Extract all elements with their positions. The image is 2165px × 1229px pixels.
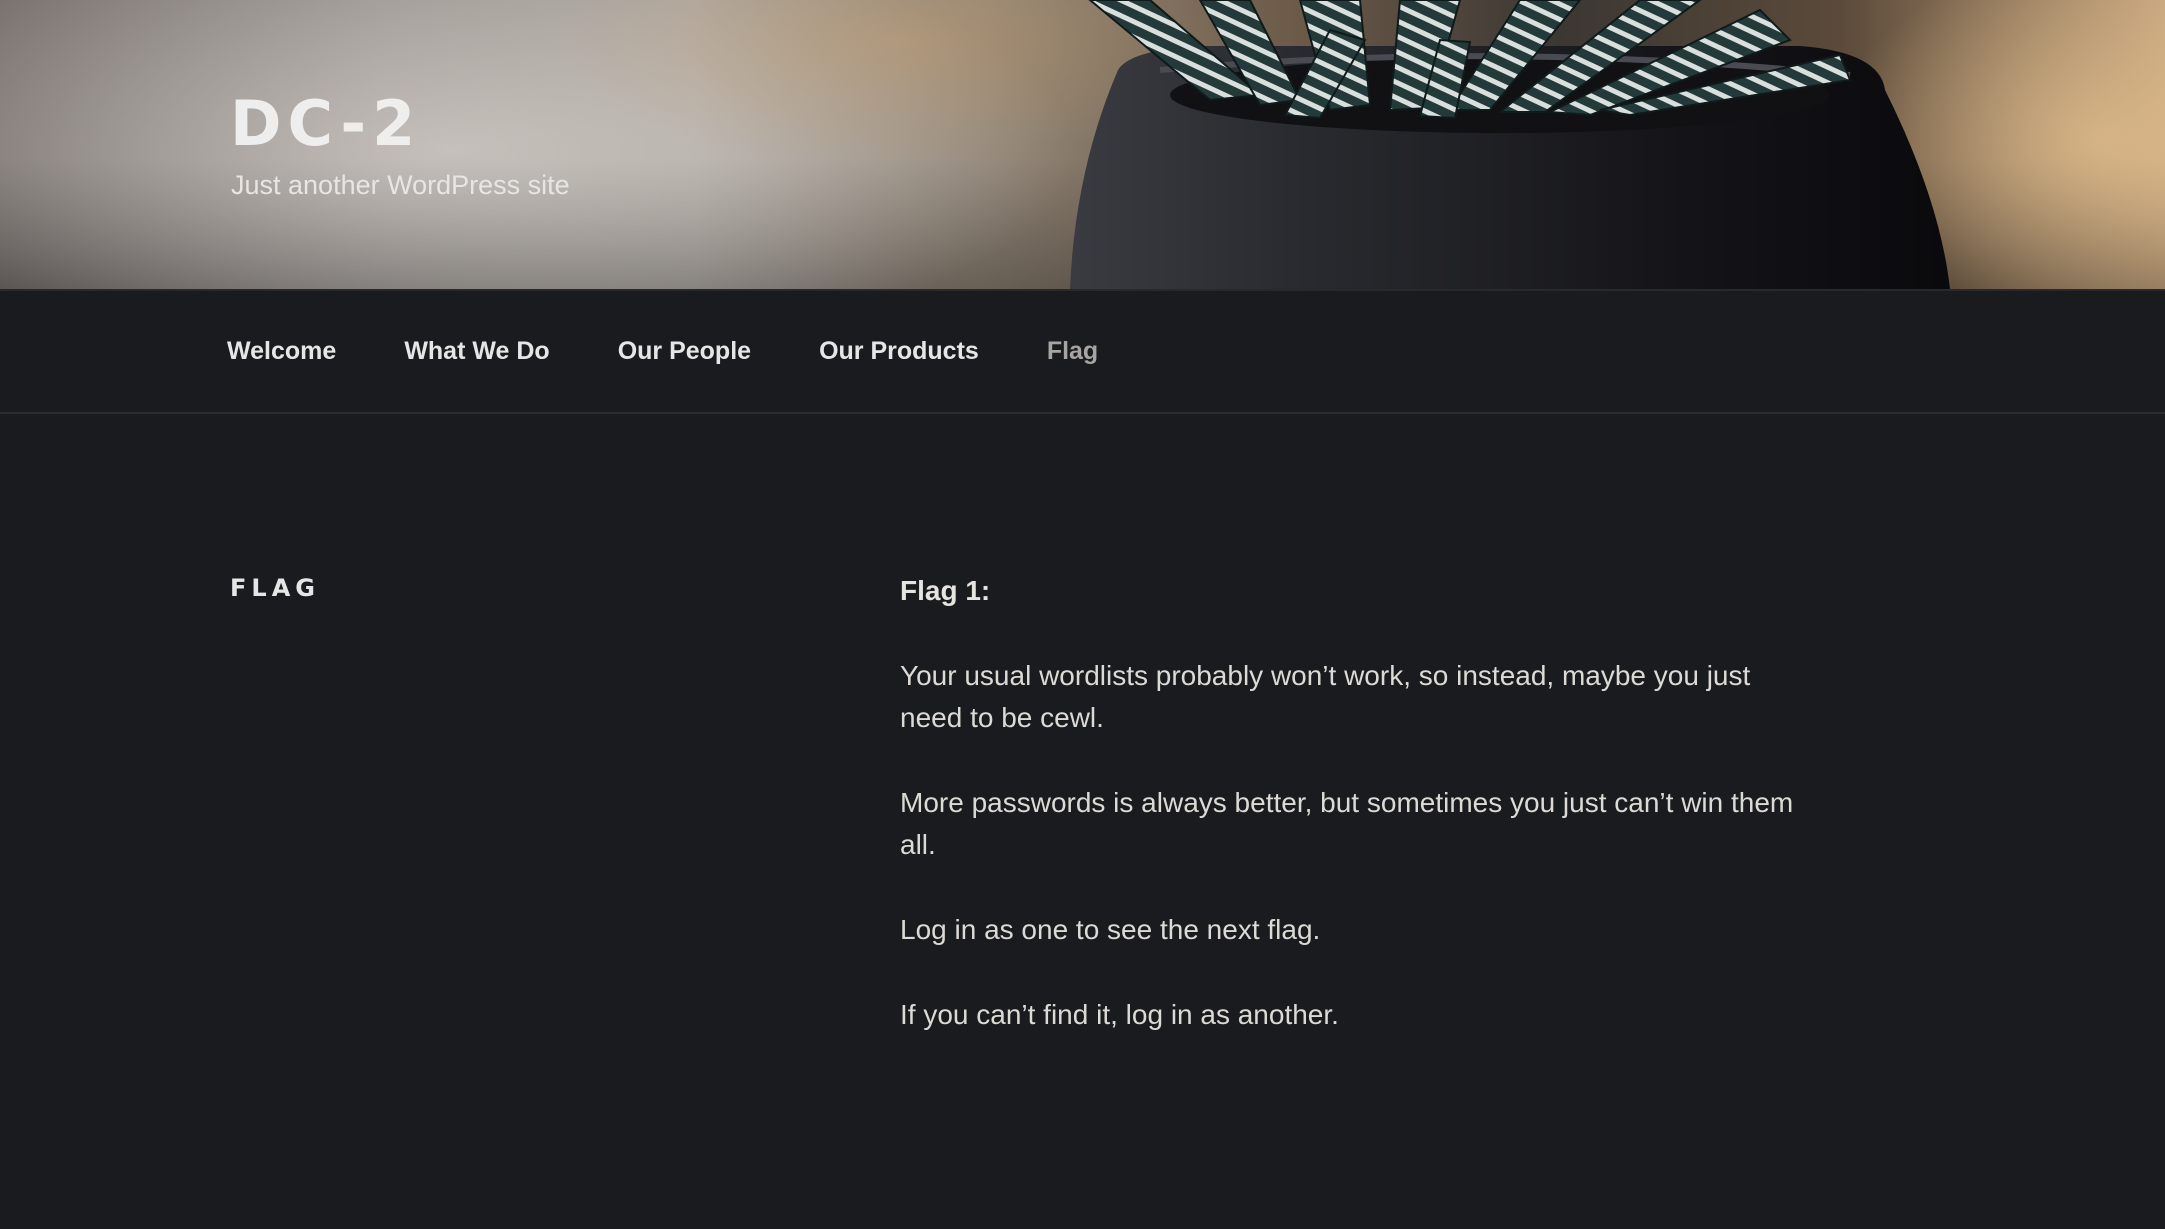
content-paragraph: Log in as one to see the next flag. [900,914,1321,945]
main-navigation: Welcome What We Do Our People Our Produc… [0,289,2165,414]
header-banner: DC-2 Just another WordPress site [0,0,2165,289]
page-content: Flag 1: Your usual wordlists probably wo… [900,570,1800,1079]
nav-item-our-people[interactable]: Our People [618,337,751,366]
nav-item-what-we-do[interactable]: What We Do [404,337,549,366]
flag-heading: Flag 1: [900,575,991,606]
nav-menu: Welcome What We Do Our People Our Produc… [227,291,1166,412]
page-title: FLAG [230,574,320,602]
content-paragraph: Your usual wordlists probably won’t work… [900,660,1751,733]
nav-item-welcome[interactable]: Welcome [227,337,336,366]
site-title[interactable]: DC-2 [230,86,421,162]
content-paragraph: If you can’t find it, log in as another. [900,999,1339,1030]
nav-item-our-products[interactable]: Our Products [819,337,979,366]
site-tagline: Just another WordPress site [231,170,570,200]
content-paragraph: More passwords is always better, but som… [900,787,1794,860]
nav-item-flag[interactable]: Flag [1047,337,1098,366]
